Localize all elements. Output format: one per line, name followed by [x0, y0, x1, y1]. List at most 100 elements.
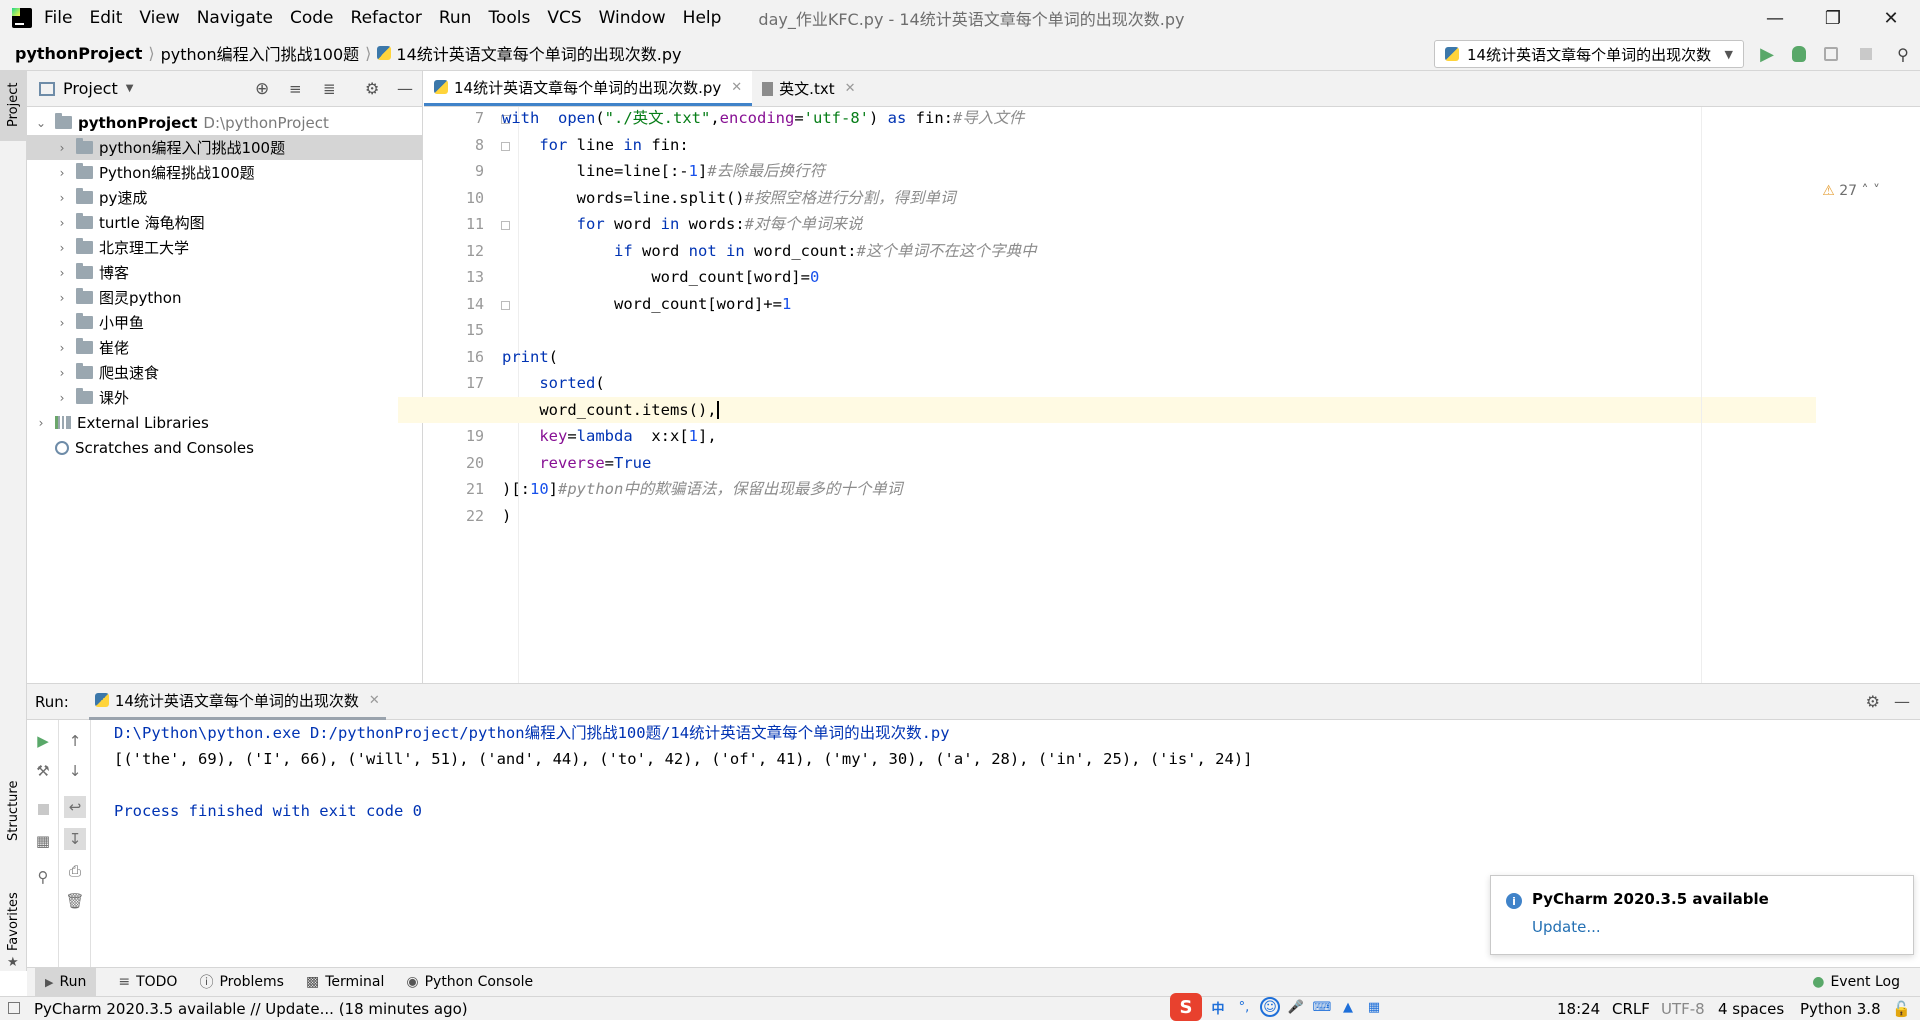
line-separator[interactable]: CRLF: [1612, 1000, 1650, 1018]
run-configuration-select[interactable]: 14统计英语文章每个单词的出现次数 ▼: [1434, 40, 1744, 68]
breadcrumb-folder[interactable]: python编程入门挑战100题: [161, 41, 360, 65]
up-arrow-icon[interactable]: ↑: [66, 732, 84, 750]
emoji-icon[interactable]: ☺: [1260, 997, 1280, 1017]
toolbox-icon[interactable]: ▦: [1364, 997, 1384, 1017]
chevron-right-icon[interactable]: ›: [56, 166, 68, 180]
menu-file[interactable]: File: [44, 8, 72, 28]
code-area[interactable]: with open("./英文.txt",encoding='utf-8') a…: [398, 107, 1902, 683]
search-everywhere-icon[interactable]: ⚲: [1893, 44, 1913, 64]
trash-icon[interactable]: 🗑: [65, 892, 84, 910]
python-interpreter[interactable]: Python 3.8: [1800, 1000, 1881, 1018]
problems-tool-button[interactable]: ⓘ Problems: [199, 968, 284, 997]
menu-refactor[interactable]: Refactor: [351, 8, 422, 28]
chevron-right-icon[interactable]: ›: [56, 241, 68, 255]
todo-tool-button[interactable]: ≡ TODO: [118, 968, 177, 997]
hide-panel-icon[interactable]: —: [1894, 692, 1910, 711]
ime-language[interactable]: 中: [1208, 997, 1228, 1017]
menu-run[interactable]: Run: [439, 8, 472, 28]
run-icon[interactable]: ▶: [1757, 44, 1777, 65]
menu-code[interactable]: Code: [290, 8, 334, 28]
run-tab[interactable]: 14统计英语文章每个单词的出现次数 ✕: [88, 684, 386, 720]
python-console-tool-button[interactable]: ◉ Python Console: [406, 968, 533, 997]
soft-wrap-icon[interactable]: ↩: [64, 796, 86, 818]
layout-icon[interactable]: ▦: [34, 832, 52, 850]
event-log-button[interactable]: ● Event Log: [1812, 968, 1900, 997]
structure-tool-button[interactable]: Structure: [0, 761, 27, 847]
tree-folder[interactable]: › py速成: [27, 185, 422, 210]
chevron-right-icon[interactable]: ›: [56, 191, 68, 205]
terminal-tool-button[interactable]: ▩ Terminal: [306, 968, 384, 997]
tree-folder[interactable]: › 图灵python: [27, 285, 422, 310]
menu-window[interactable]: Window: [599, 8, 666, 28]
menu-tools[interactable]: Tools: [488, 8, 530, 28]
close-icon[interactable]: ✕: [369, 693, 380, 708]
close-icon[interactable]: ✕: [731, 80, 742, 95]
scroll-to-end-icon[interactable]: ↧: [64, 828, 86, 850]
tree-folder[interactable]: › 崔佬: [27, 335, 422, 360]
skin-icon[interactable]: ▲: [1338, 997, 1358, 1017]
tab-main-py[interactable]: 14统计英语文章每个单词的出现次数.py ✕: [424, 71, 753, 106]
stop-icon[interactable]: [1856, 44, 1876, 64]
breadcrumb-project[interactable]: pythonProject: [15, 44, 142, 63]
chevron-right-icon[interactable]: ›: [56, 291, 68, 305]
chevron-right-icon[interactable]: ›: [56, 366, 68, 380]
project-view-select[interactable]: Project: [63, 79, 118, 98]
menu-help[interactable]: Help: [683, 8, 722, 28]
chevron-right-icon[interactable]: ›: [56, 266, 68, 280]
stop-icon[interactable]: [34, 800, 52, 818]
tree-folder[interactable]: › turtle 海龟构图: [27, 210, 422, 235]
tab-txt[interactable]: 英文.txt ✕: [752, 71, 865, 106]
chevron-right-icon[interactable]: ›: [56, 141, 68, 155]
menu-view[interactable]: View: [139, 8, 179, 28]
close-icon[interactable]: ✕: [845, 81, 856, 96]
chevron-right-icon[interactable]: ›: [35, 416, 47, 430]
caret-position[interactable]: 18:24: [1557, 1000, 1600, 1018]
tree-folder[interactable]: › 博客: [27, 260, 422, 285]
console-output[interactable]: D:\Python\python.exe D:/pythonProject/py…: [114, 720, 1252, 824]
chevron-right-icon[interactable]: ›: [56, 391, 68, 405]
gear-icon[interactable]: ⚙: [365, 79, 379, 98]
tree-folder[interactable]: › 北京理工大学: [27, 235, 422, 260]
chevron-right-icon[interactable]: ›: [56, 216, 68, 230]
toggle-panels-icon[interactable]: [8, 1002, 20, 1014]
tree-folder[interactable]: › python编程入门挑战100题: [27, 135, 422, 160]
breadcrumb-file[interactable]: 14统计英语文章每个单词的出现次数.py: [396, 41, 681, 65]
locate-icon[interactable]: ⊕: [255, 79, 269, 99]
coverage-icon[interactable]: [1821, 44, 1841, 64]
print-icon[interactable]: ⎙: [66, 862, 84, 880]
tree-folder[interactable]: › 小甲鱼: [27, 310, 422, 335]
gear-icon[interactable]: ⚙: [1866, 692, 1880, 711]
hide-panel-icon[interactable]: —: [397, 79, 413, 98]
project-tool-button[interactable]: Project: [0, 71, 27, 141]
file-encoding[interactable]: UTF-8: [1661, 1000, 1705, 1018]
tree-external-libraries[interactable]: › External Libraries: [27, 410, 422, 435]
wrench-icon[interactable]: ⚒: [34, 762, 52, 780]
tree-folder[interactable]: › Python编程挑战100题: [27, 160, 422, 185]
minimize-button[interactable]: —: [1746, 0, 1804, 36]
indent-setting[interactable]: 4 spaces: [1718, 1000, 1784, 1018]
sogou-logo-icon[interactable]: S: [1170, 993, 1202, 1021]
chevron-right-icon[interactable]: ›: [56, 341, 68, 355]
pin-icon[interactable]: ⚲: [34, 868, 52, 886]
update-link[interactable]: Update...: [1532, 918, 1601, 936]
menu-vcs[interactable]: VCS: [547, 8, 581, 28]
punctuation-icon[interactable]: °,: [1234, 997, 1254, 1017]
chevron-right-icon[interactable]: ›: [56, 316, 68, 330]
run-tool-button[interactable]: ▶ Run: [35, 967, 97, 997]
warnings-indicator[interactable]: ⚠ 27 ˄ ˅: [1822, 183, 1880, 199]
microphone-icon[interactable]: 🎤: [1286, 997, 1306, 1017]
tree-folder[interactable]: › 爬虫速食: [27, 360, 422, 385]
tree-scratches[interactable]: Scratches and Consoles: [27, 435, 422, 460]
favorites-tool-button[interactable]: Favorites ★: [0, 871, 27, 971]
expand-all-icon[interactable]: ≡: [289, 80, 302, 98]
debug-icon[interactable]: [1789, 44, 1809, 64]
menu-edit[interactable]: Edit: [89, 8, 122, 28]
tree-folder[interactable]: › 课外: [27, 385, 422, 410]
restore-button[interactable]: ❐: [1804, 0, 1862, 36]
down-arrow-icon[interactable]: ↓: [66, 762, 84, 780]
keyboard-icon[interactable]: ⌨: [1312, 997, 1332, 1017]
chevron-down-icon[interactable]: ⌄: [35, 116, 47, 130]
close-window-button[interactable]: ✕: [1862, 0, 1920, 36]
status-message[interactable]: PyCharm 2020.3.5 available // Update... …: [34, 1000, 468, 1018]
collapse-all-icon[interactable]: ≣: [323, 80, 336, 98]
